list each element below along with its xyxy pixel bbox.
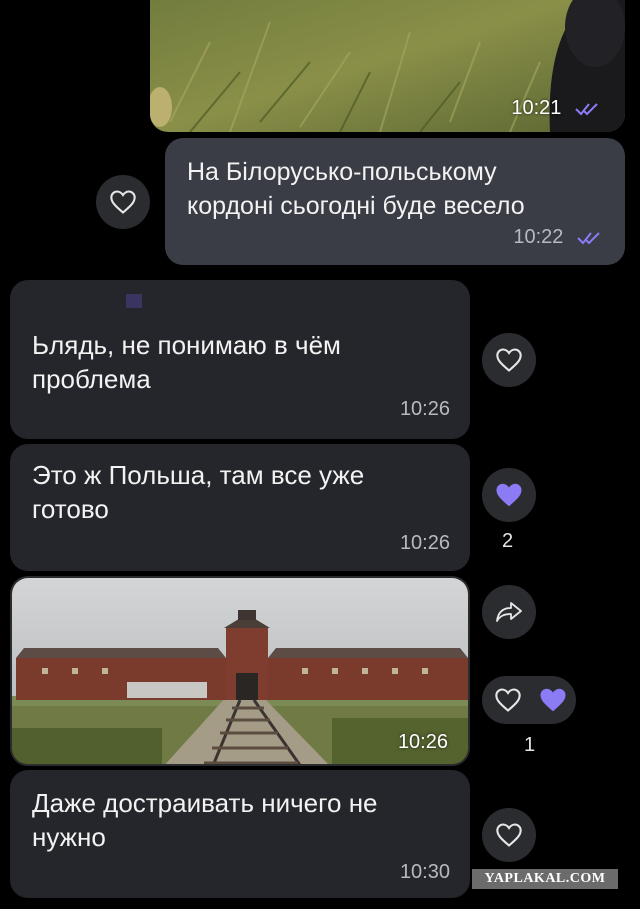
- react-button[interactable]: [96, 175, 150, 229]
- react-button[interactable]: [482, 808, 536, 862]
- message-text: Это ж Польша, там все уже готово: [32, 460, 365, 524]
- reaction-bar: [482, 676, 576, 724]
- double-check-icon: [577, 232, 600, 245]
- message-bubble-outgoing[interactable]: На Білорусько-польському кордоні сьогодн…: [165, 138, 625, 265]
- message-text: Даже достраивать ничего не нужно: [32, 788, 378, 852]
- reply-preview-fragment: [126, 294, 142, 308]
- heart-outline-icon: [495, 688, 521, 712]
- message-time: 10:22: [513, 226, 603, 249]
- message-bubble-incoming[interactable]: Даже достраивать ничего не нужно 10:30: [10, 770, 470, 898]
- photo-message-grass[interactable]: 10:21: [150, 0, 625, 132]
- reaction-count: 1: [524, 734, 536, 756]
- heart-outline-icon: [110, 190, 136, 214]
- message-bubble-incoming[interactable]: Ьлядь, не понимаю в чём проблема 10:26: [10, 280, 470, 439]
- heart-outline-icon: [496, 348, 522, 372]
- message-time: 10:30: [399, 861, 450, 883]
- react-button[interactable]: [482, 333, 536, 387]
- reaction-heart-active[interactable]: [538, 686, 568, 719]
- message-text: Ьлядь, не понимаю в чём проблема: [32, 330, 341, 394]
- photo-message-gate[interactable]: 10:26: [10, 576, 470, 766]
- message-time: 10:21: [511, 97, 601, 120]
- watermark: YAPLAKAL.COM: [472, 869, 618, 889]
- react-button[interactable]: [494, 687, 522, 718]
- heart-outline-icon: [496, 823, 522, 847]
- reaction-heart-active[interactable]: [482, 468, 536, 522]
- forward-button[interactable]: [482, 585, 536, 639]
- message-time: 10:26: [399, 398, 450, 420]
- reaction-count: 2: [502, 530, 514, 552]
- message-time: 10:26: [397, 731, 448, 753]
- double-check-icon: [575, 103, 598, 116]
- share-icon: [496, 602, 522, 622]
- message-bubble-incoming[interactable]: Это ж Польша, там все уже готово 10:26: [10, 444, 470, 571]
- heart-filled-icon: [540, 688, 566, 712]
- message-time: 10:26: [399, 532, 450, 554]
- message-text: На Білорусько-польському кордоні сьогодн…: [187, 158, 525, 220]
- heart-filled-icon: [496, 483, 522, 507]
